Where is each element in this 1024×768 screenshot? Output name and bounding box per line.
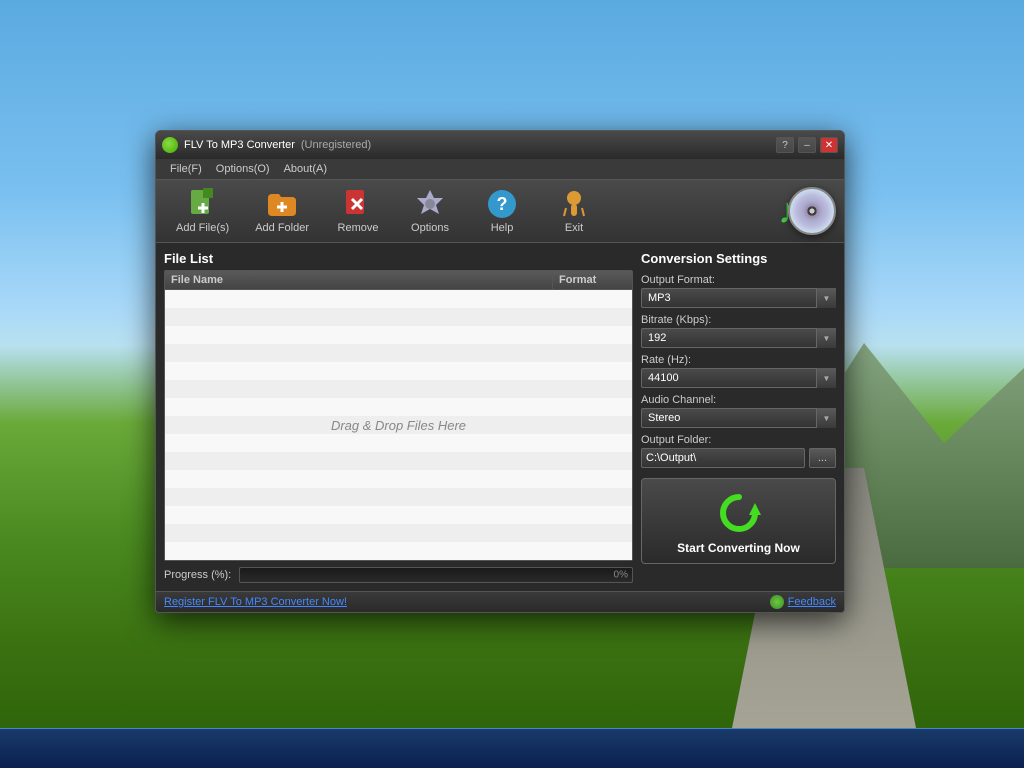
format-column-header: Format	[552, 271, 632, 289]
file-list-panel: File List File Name Format Drag & Drop F…	[164, 251, 633, 583]
output-folder-input-row: ...	[641, 448, 836, 468]
help-icon: ?	[486, 188, 518, 220]
rate-select[interactable]: 22050 44100 48000	[641, 368, 836, 388]
bitrate-row: Bitrate (Kbps): 64 96 128 192 256 320 ▼	[641, 314, 836, 348]
exit-button[interactable]: Exit	[539, 184, 609, 238]
taskbar	[0, 728, 1024, 768]
drag-drop-hint: Drag & Drop Files Here	[331, 418, 466, 433]
add-folder-icon	[266, 188, 298, 220]
main-content: File List File Name Format Drag & Drop F…	[156, 243, 844, 591]
progress-area: Progress (%): 0%	[164, 567, 633, 583]
menu-bar: File(F) Options(O) About(A)	[156, 159, 844, 180]
audio-channel-select[interactable]: Mono Stereo	[641, 408, 836, 428]
start-converting-button[interactable]: Start Converting Now	[641, 478, 836, 564]
add-files-label: Add File(s)	[176, 222, 229, 234]
file-list-container: File Name Format Drag & Drop Files Here	[164, 270, 633, 561]
file-list-header: File Name Format	[165, 271, 632, 290]
bitrate-label: Bitrate (Kbps):	[641, 314, 836, 326]
options-icon	[414, 188, 446, 220]
file-list-body[interactable]: Drag & Drop Files Here	[165, 290, 632, 560]
exit-label: Exit	[565, 222, 583, 234]
output-folder-input[interactable]	[641, 448, 805, 468]
rate-label: Rate (Hz):	[641, 354, 836, 366]
menu-about[interactable]: About(A)	[278, 161, 333, 177]
output-format-row: Output Format: MP3 WAV OGG AAC WMA ▼	[641, 274, 836, 308]
window-unregistered: (Unregistered)	[301, 139, 371, 151]
feedback-icon	[770, 595, 784, 609]
start-converting-label: Start Converting Now	[677, 541, 800, 555]
output-folder-label: Output Folder:	[641, 434, 836, 446]
file-list-title: File List	[164, 251, 633, 266]
register-link[interactable]: Register FLV To MP3 Converter Now!	[164, 596, 347, 608]
add-folder-label: Add Folder	[255, 222, 309, 234]
app-logo: ♪	[778, 187, 836, 235]
exit-icon	[558, 188, 590, 220]
output-folder-row: Output Folder: ...	[641, 434, 836, 468]
options-button[interactable]: Options	[395, 184, 465, 238]
settings-panel: Conversion Settings Output Format: MP3 W…	[641, 251, 836, 583]
output-format-wrapper: MP3 WAV OGG AAC WMA ▼	[641, 288, 836, 308]
app-window: FLV To MP3 Converter (Unregistered) ? – …	[155, 130, 845, 613]
output-format-select[interactable]: MP3 WAV OGG AAC WMA	[641, 288, 836, 308]
help-label: Help	[491, 222, 514, 234]
progress-percent: 0%	[614, 570, 628, 581]
audio-channel-label: Audio Channel:	[641, 394, 836, 406]
title-bar: FLV To MP3 Converter (Unregistered) ? – …	[156, 131, 844, 159]
rate-row: Rate (Hz): 22050 44100 48000 ▼	[641, 354, 836, 388]
cd-icon	[788, 187, 836, 235]
minimize-button[interactable]: –	[798, 137, 816, 153]
help-title-button[interactable]: ?	[776, 137, 794, 153]
options-label: Options	[411, 222, 449, 234]
app-icon	[162, 137, 178, 153]
bitrate-wrapper: 64 96 128 192 256 320 ▼	[641, 328, 836, 348]
add-folder-button[interactable]: Add Folder	[243, 184, 321, 238]
progress-label: Progress (%):	[164, 569, 231, 581]
audio-channel-row: Audio Channel: Mono Stereo ▼	[641, 394, 836, 428]
settings-title: Conversion Settings	[641, 251, 836, 266]
menu-file[interactable]: File(F)	[164, 161, 208, 177]
remove-button[interactable]: Remove	[323, 184, 393, 238]
browse-button[interactable]: ...	[809, 448, 836, 468]
title-bar-controls: ? – ✕	[776, 137, 838, 153]
feedback-link[interactable]: Feedback	[788, 596, 836, 608]
help-button[interactable]: ? Help	[467, 184, 537, 238]
close-button[interactable]: ✕	[820, 137, 838, 153]
add-files-icon	[187, 188, 219, 220]
rate-wrapper: 22050 44100 48000 ▼	[641, 368, 836, 388]
progress-bar-container: 0%	[239, 567, 633, 583]
feedback-area: Feedback	[770, 595, 836, 609]
file-name-column-header: File Name	[165, 271, 552, 289]
svg-text:?: ?	[497, 194, 508, 214]
convert-icon	[715, 489, 763, 537]
remove-icon	[342, 188, 374, 220]
audio-channel-wrapper: Mono Stereo ▼	[641, 408, 836, 428]
output-format-label: Output Format:	[641, 274, 836, 286]
title-bar-left: FLV To MP3 Converter (Unregistered)	[162, 137, 371, 153]
status-bar: Register FLV To MP3 Converter Now! Feedb…	[156, 591, 844, 612]
add-files-button[interactable]: Add File(s)	[164, 184, 241, 238]
remove-label: Remove	[338, 222, 379, 234]
window-title: FLV To MP3 Converter	[184, 139, 295, 151]
bitrate-select[interactable]: 64 96 128 192 256 320	[641, 328, 836, 348]
toolbar: Add File(s) Add Folder Rem	[156, 180, 844, 243]
menu-options[interactable]: Options(O)	[210, 161, 276, 177]
